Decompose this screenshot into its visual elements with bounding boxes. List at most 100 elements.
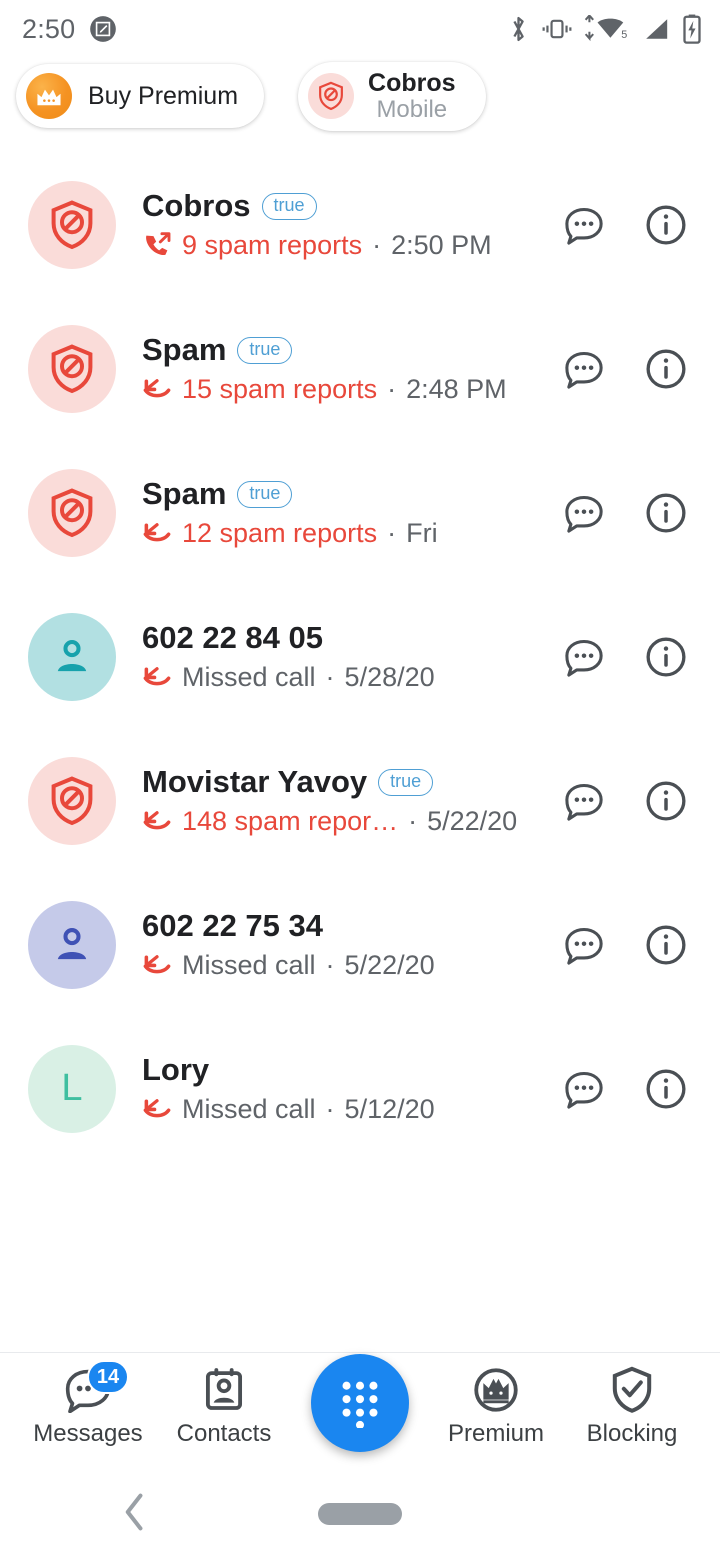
caller-name: 602 22 75 34 [142,908,324,944]
message-bubble-icon[interactable] [562,923,606,967]
caller-name: Lory [142,1052,210,1088]
call-time: 5/22/20 [344,950,435,981]
info-circle-icon[interactable] [644,635,688,679]
call-row-subtitle: 12 spam reports · Fri [142,518,562,549]
contact-avatar [28,180,116,269]
header-chip-row: Buy Premium Cobros Mobile [0,58,720,131]
call-row-body: Spam true 15 spam reports · 2:48 PM [142,332,562,405]
call-time: 5/12/20 [344,1094,435,1125]
missed-call-icon [142,520,172,548]
battery-charging-icon [682,14,702,44]
info-circle-icon[interactable] [644,1067,688,1111]
info-circle-icon[interactable] [644,347,688,391]
bluetooth-icon [507,14,530,44]
status-bar: 2:50 5 [0,0,720,58]
message-bubble-icon[interactable] [562,779,606,823]
call-time: 5/22/20 [427,806,518,837]
info-circle-icon[interactable] [644,491,688,535]
contact-avatar [28,468,116,557]
dialpad-icon [342,1381,378,1428]
crown-circle-icon [473,1365,519,1415]
call-row-body: Spam true 12 spam reports · Fri [142,476,562,549]
nav-item-premium[interactable]: Premium [430,1365,562,1448]
missed-call-icon [142,1096,172,1124]
call-separator: · [372,230,382,261]
home-pill-icon[interactable] [318,1503,402,1525]
phone-screen: 2:50 5 Buy Premium Cobros Mobile Cobros … [0,0,720,1560]
missed-call-icon [142,376,172,404]
call-row-actions [562,923,698,967]
call-log-row[interactable]: 602 22 84 05 Missed call · 5/28/20 [0,585,720,729]
message-bubble-icon[interactable] [562,347,606,391]
chevron-left-icon[interactable] [122,1492,148,1537]
call-detail: 148 spam repor… [182,806,399,837]
call-row-actions [562,491,698,535]
system-navigation-bar [0,1468,720,1560]
verified-true-badge: true [237,481,293,508]
call-log-row[interactable]: L Lory Missed call · 5/12/20 [0,1017,720,1161]
buy-premium-label: Buy Premium [88,81,239,110]
call-detail: 15 spam reports [182,374,378,405]
nav-item-messages[interactable]: 14 Messages [22,1360,154,1448]
call-row-title: 602 22 75 34 [142,908,562,944]
call-row-title: Cobros true [142,188,562,224]
call-row-body: Movistar Yavoy true 148 spam repor… · 5/22/2… [142,764,562,837]
nav-label-premium: Premium [447,1420,544,1447]
call-row-body: 602 22 75 34 Missed call · 5/22/20 [142,908,562,981]
message-bubble-icon[interactable] [562,491,606,535]
missed-call-icon [142,664,172,692]
missed-call-icon [142,808,172,836]
dialpad-fab-button[interactable] [311,1354,409,1452]
call-log-row[interactable]: Spam true 15 spam reports · 2:48 PM [0,297,720,441]
call-time: 2:50 PM [391,230,492,261]
contact-card-icon [202,1365,246,1415]
call-separator: · [325,1094,335,1125]
info-circle-icon[interactable] [644,203,688,247]
nav-item-contacts[interactable]: Contacts [158,1365,290,1448]
call-log-row[interactable]: 602 22 75 34 Missed call · 5/22/20 [0,873,720,1017]
contact-avatar [28,612,116,701]
nav-label-messages: Messages [33,1420,143,1447]
call-detail: Missed call [182,1094,316,1125]
contact-avatar [28,324,116,413]
call-row-actions [562,779,698,823]
call-row-title: Lory [142,1052,562,1088]
buy-premium-chip[interactable]: Buy Premium [16,64,265,129]
call-row-body: Cobros true 9 spam reports · 2:50 PM [142,188,562,261]
nav-item-blocking[interactable]: Blocking [566,1365,698,1448]
call-log-list: Cobros true 9 spam reports · 2:50 PM Spam true… [0,153,720,1161]
missed-call-icon [142,952,172,980]
crown-icon [26,73,72,120]
call-log-row[interactable]: Movistar Yavoy true 148 spam repor… · 5/22/2… [0,729,720,873]
verified-true-badge: true [378,769,434,796]
message-bubble-icon[interactable] [562,203,606,247]
contact-avatar: L [28,1044,116,1133]
call-row-subtitle: Missed call · 5/22/20 [142,950,562,981]
call-row-body: 602 22 84 05 Missed call · 5/28/20 [142,620,562,693]
call-row-title: Spam true [142,332,562,368]
screenshot-notification-icon [89,15,117,43]
status-bar-left: 2:50 [22,14,117,45]
cellular-signal-icon [642,16,670,42]
outgoing-call-icon [142,231,172,261]
call-separator: · [325,662,335,693]
shield-block-icon [308,73,355,120]
call-log-row[interactable]: Cobros true 9 spam reports · 2:50 PM [0,153,720,297]
call-row-subtitle: 9 spam reports · 2:50 PM [142,230,562,261]
info-circle-icon[interactable] [644,779,688,823]
call-row-title: Movistar Yavoy true [142,764,562,800]
nav-label-blocking: Blocking [586,1420,678,1447]
info-circle-icon[interactable] [644,923,688,967]
call-detail: 12 spam reports [182,518,378,549]
call-log-row[interactable]: Spam true 12 spam reports · Fri [0,441,720,585]
call-detail: 9 spam reports [182,230,363,261]
message-bubble-icon[interactable] [562,635,606,679]
account-chip[interactable]: Cobros Mobile [298,62,486,131]
status-bar-right: 5 [507,14,702,44]
message-bubble-icon: 14 [63,1360,129,1415]
caller-name: Cobros [142,188,251,224]
call-row-subtitle: Missed call · 5/28/20 [142,662,562,693]
message-bubble-icon[interactable] [562,1067,606,1111]
vibrate-icon [542,15,572,43]
call-separator: · [325,950,335,981]
